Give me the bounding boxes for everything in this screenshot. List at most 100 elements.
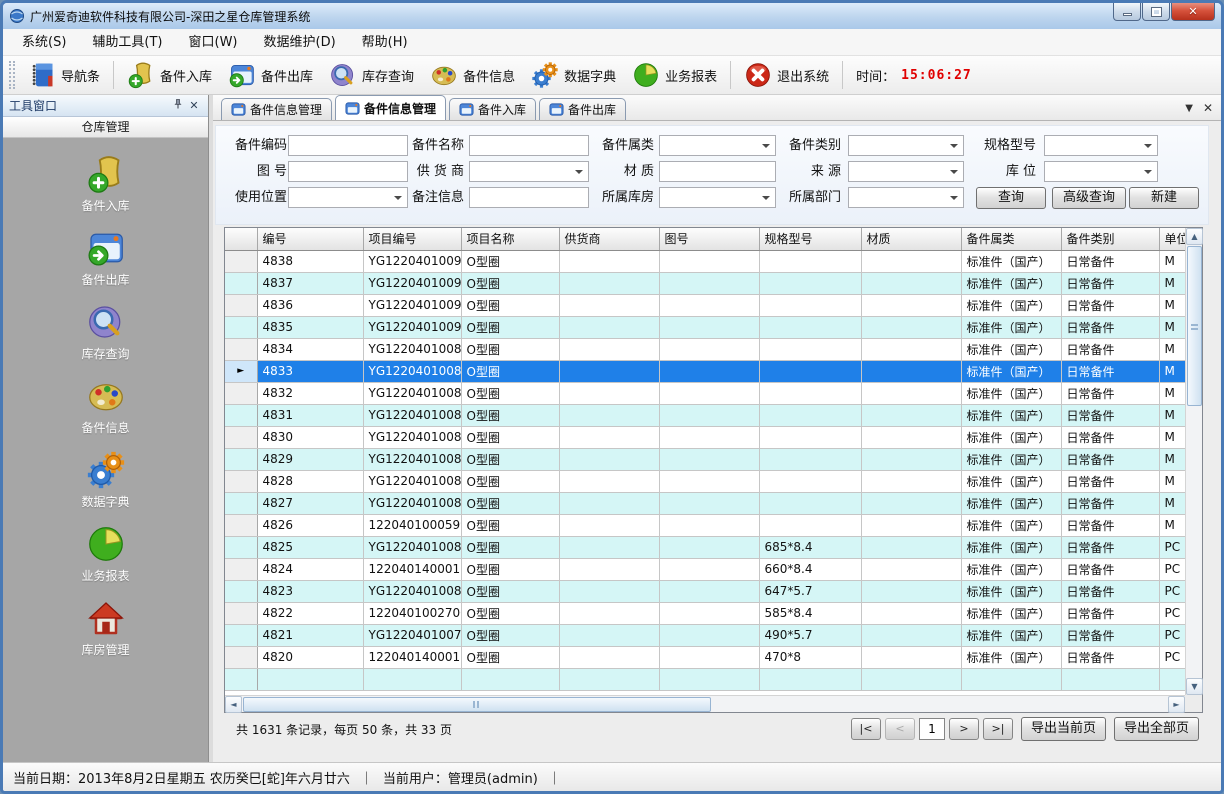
table-row[interactable]: 4835YG12204010090O型圈标准件（国产）日常备件M bbox=[225, 316, 1185, 338]
page-number-input[interactable] bbox=[919, 718, 945, 740]
table-row[interactable]: 4832YG12204010087O型圈标准件（国产）日常备件M bbox=[225, 382, 1185, 404]
sidebar-item-warehouse-mgmt[interactable]: 库房管理 bbox=[46, 598, 166, 658]
search-select-4[interactable] bbox=[1044, 135, 1158, 156]
table-row[interactable]: 48221220401002700O型圈585*8.4标准件（国产）日常备件PC bbox=[225, 602, 1185, 624]
tab-0[interactable]: 备件信息管理 bbox=[221, 98, 332, 120]
sidebar-item-parts-out[interactable]: 备件出库 bbox=[46, 228, 166, 288]
table-row[interactable]: 4836YG12204010091O型圈标准件（国产）日常备件M bbox=[225, 294, 1185, 316]
sidebar-item-stock-query[interactable]: 库存查询 bbox=[46, 302, 166, 362]
vertical-scroll-thumb[interactable] bbox=[1187, 246, 1202, 406]
table-cell bbox=[759, 514, 861, 536]
search-input-5[interactable] bbox=[288, 161, 408, 182]
query-button[interactable]: 查询 bbox=[976, 187, 1046, 209]
table-row[interactable]: 48241220401400012O型圈660*8.4标准件（国产）日常备件PC bbox=[225, 558, 1185, 580]
toolbar-button-parts-in[interactable]: 备件入库 bbox=[119, 58, 220, 92]
table-cell: O型圈 bbox=[461, 316, 559, 338]
column-header-1[interactable]: 编号 bbox=[257, 228, 363, 250]
sidebar-close-icon[interactable]: ✕ bbox=[186, 99, 202, 112]
column-header-4[interactable]: 供货商 bbox=[559, 228, 659, 250]
table-cell: 日常备件 bbox=[1061, 492, 1159, 514]
table-row[interactable]: 4830YG12204010085O型圈标准件（国产）日常备件M bbox=[225, 426, 1185, 448]
column-header-6[interactable]: 规格型号 bbox=[759, 228, 861, 250]
menu-item-1[interactable]: 辅助工具(T) bbox=[79, 30, 175, 55]
column-header-5[interactable]: 图号 bbox=[659, 228, 759, 250]
export-current-page-button[interactable]: 导出当前页 bbox=[1021, 717, 1106, 741]
maximize-button[interactable] bbox=[1142, 3, 1170, 21]
scroll-left-icon[interactable]: ◄ bbox=[225, 696, 242, 713]
menu-item-2[interactable]: 窗口(W) bbox=[176, 30, 251, 55]
pager-next-button[interactable]: > bbox=[949, 718, 979, 740]
table-cell: YG12204010090 bbox=[363, 316, 461, 338]
column-header-10[interactable]: 单位 bbox=[1159, 228, 1185, 250]
sidebar-item-biz-report[interactable]: 业务报表 bbox=[46, 524, 166, 584]
scroll-up-icon[interactable]: ▲ bbox=[1186, 228, 1203, 245]
new-button[interactable]: 新建 bbox=[1129, 187, 1199, 209]
tab-dropdown-icon[interactable]: ▼ bbox=[1185, 103, 1193, 114]
pager-first-button[interactable]: |< bbox=[851, 718, 881, 740]
pager-prev-button[interactable]: < bbox=[885, 718, 915, 740]
column-header-3[interactable]: 项目名称 bbox=[461, 228, 559, 250]
toolbar-button-nav-bar[interactable]: 导航条 bbox=[20, 58, 108, 92]
toolbar-button-exit-system[interactable]: 退出系统 bbox=[736, 58, 837, 92]
table-row[interactable]: 4829YG12204010084O型圈标准件（国产）日常备件M bbox=[225, 448, 1185, 470]
minimize-button[interactable] bbox=[1113, 3, 1141, 21]
pager-last-button[interactable]: >| bbox=[983, 718, 1013, 740]
search-select-13[interactable] bbox=[848, 187, 964, 208]
close-button[interactable]: ✕ bbox=[1171, 3, 1215, 21]
search-select-3[interactable] bbox=[848, 135, 964, 156]
menu-item-4[interactable]: 帮助(H) bbox=[349, 30, 421, 55]
menu-item-0[interactable]: 系统(S) bbox=[9, 30, 79, 55]
sidebar-item-data-dict[interactable]: 数据字典 bbox=[46, 450, 166, 510]
row-indicator bbox=[225, 536, 257, 558]
table-row[interactable]: 48261220401000599O型圈标准件（国产）日常备件M bbox=[225, 514, 1185, 536]
table-cell: 日常备件 bbox=[1061, 272, 1159, 294]
search-select-2[interactable] bbox=[659, 135, 776, 156]
toolbar-button-parts-out[interactable]: 备件出库 bbox=[220, 58, 321, 92]
horizontal-scrollbar[interactable]: ◄ ► bbox=[225, 695, 1185, 712]
search-input-7[interactable] bbox=[659, 161, 776, 182]
tab-3[interactable]: 备件出库 bbox=[539, 98, 626, 120]
pin-icon[interactable] bbox=[170, 98, 186, 113]
sidebar-item-parts-in[interactable]: 备件入库 bbox=[46, 154, 166, 214]
search-select-8[interactable] bbox=[848, 161, 964, 182]
table-row-partial[interactable] bbox=[225, 668, 1185, 690]
search-input-0[interactable] bbox=[288, 135, 408, 156]
table-row[interactable]: 4823YG12204010080O型圈647*5.7标准件（国产）日常备件PC bbox=[225, 580, 1185, 602]
tab-close-icon[interactable]: ✕ bbox=[1203, 101, 1213, 115]
table-row[interactable]: 4821YG12204010079O型圈490*5.7标准件（国产）日常备件PC bbox=[225, 624, 1185, 646]
toolbar-button-parts-info[interactable]: 备件信息 bbox=[422, 58, 523, 92]
toolbar-button-biz-report[interactable]: 业务报表 bbox=[624, 58, 725, 92]
advanced-query-button[interactable]: 高级查询 bbox=[1052, 187, 1126, 209]
column-header-7[interactable]: 材质 bbox=[861, 228, 961, 250]
search-input-11[interactable] bbox=[469, 187, 589, 208]
tab-1-active[interactable]: 备件信息管理 bbox=[335, 95, 446, 120]
horizontal-scroll-thumb[interactable] bbox=[243, 697, 711, 712]
toolbar-button-data-dict[interactable]: 数据字典 bbox=[523, 58, 624, 92]
table-row[interactable]: 48201220401400013O型圈470*8标准件（国产）日常备件PC bbox=[225, 646, 1185, 668]
table-row[interactable]: 4837YG12204010092O型圈标准件（国产）日常备件M bbox=[225, 272, 1185, 294]
table-row[interactable]: 4825YG12204010081O型圈685*8.4标准件（国产）日常备件PC bbox=[225, 536, 1185, 558]
vertical-scrollbar[interactable]: ▲ ▼ bbox=[1185, 228, 1202, 695]
scroll-down-icon[interactable]: ▼ bbox=[1186, 678, 1203, 695]
toolbar-button-stock-query[interactable]: 库存查询 bbox=[321, 58, 422, 92]
column-header-0[interactable] bbox=[225, 228, 257, 250]
search-select-6[interactable] bbox=[469, 161, 589, 182]
export-all-pages-button[interactable]: 导出全部页 bbox=[1114, 717, 1199, 741]
table-row[interactable]: 4834YG12204010089O型圈标准件（国产）日常备件M bbox=[225, 338, 1185, 360]
column-header-2[interactable]: 项目编号 bbox=[363, 228, 461, 250]
column-header-8[interactable]: 备件属类 bbox=[961, 228, 1061, 250]
tab-2[interactable]: 备件入库 bbox=[449, 98, 536, 120]
search-select-9[interactable] bbox=[1044, 161, 1158, 182]
column-header-9[interactable]: 备件类别 bbox=[1061, 228, 1159, 250]
table-row[interactable]: 4831YG12204010086O型圈标准件（国产）日常备件M bbox=[225, 404, 1185, 426]
table-row[interactable]: 4838YG12204010093O型圈标准件（国产）日常备件M bbox=[225, 250, 1185, 272]
sidebar-item-parts-info[interactable]: 备件信息 bbox=[46, 376, 166, 436]
table-row[interactable]: 4828YG12204010083O型圈标准件（国产）日常备件M bbox=[225, 470, 1185, 492]
scroll-right-icon[interactable]: ► bbox=[1168, 696, 1185, 713]
search-input-1[interactable] bbox=[469, 135, 589, 156]
search-select-12[interactable] bbox=[659, 187, 776, 208]
search-select-10[interactable] bbox=[288, 187, 408, 208]
menu-item-3[interactable]: 数据维护(D) bbox=[251, 30, 349, 55]
table-row[interactable]: 4827YG12204010082O型圈标准件（国产）日常备件M bbox=[225, 492, 1185, 514]
table-row-selected[interactable]: ►4833YG12204010088O型圈标准件（国产）日常备件M bbox=[225, 360, 1185, 382]
